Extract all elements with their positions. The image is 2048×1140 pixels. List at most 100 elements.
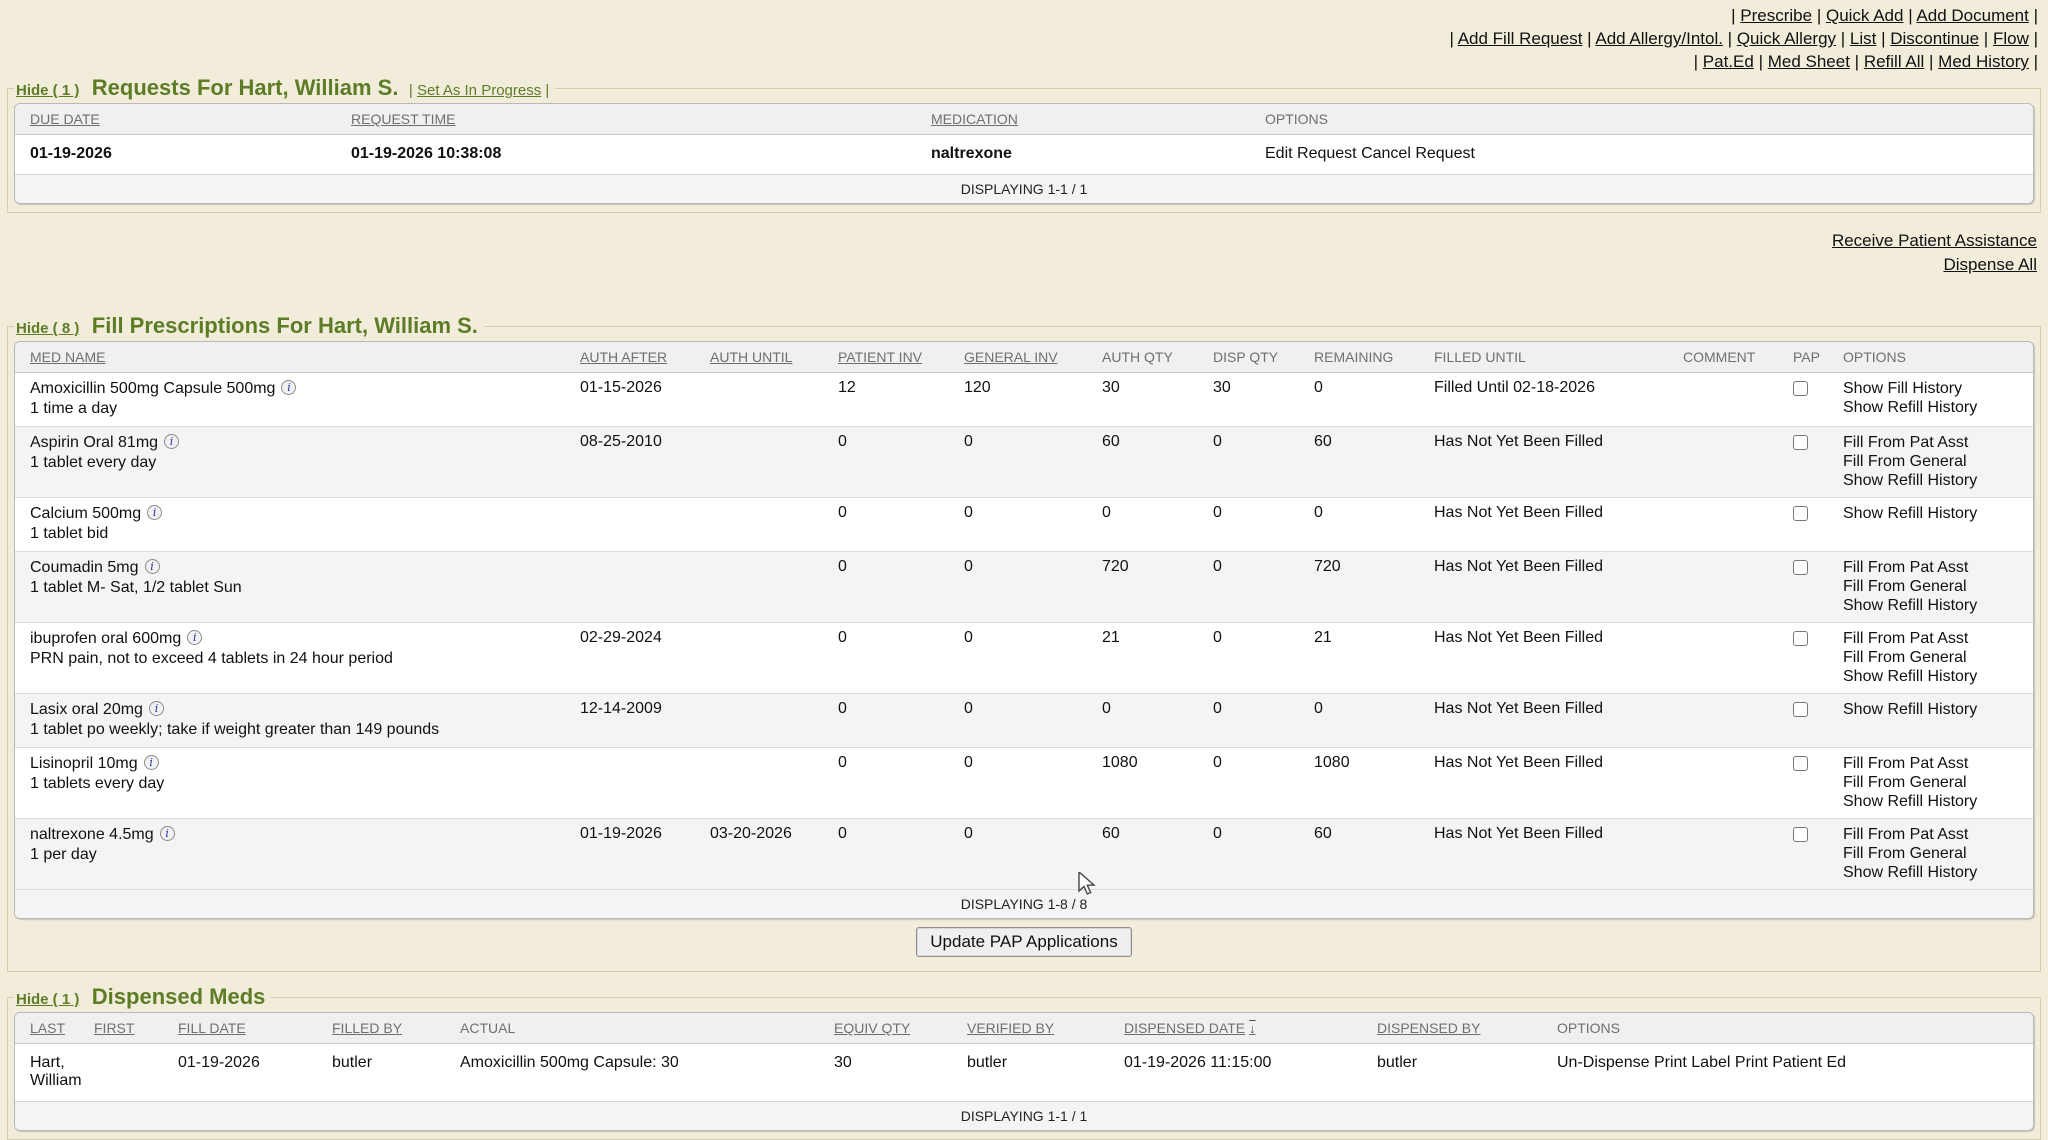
column-header-last[interactable]: LAST xyxy=(15,1013,90,1044)
action-link-print-label[interactable]: Print Label xyxy=(1654,1054,1731,1071)
remaining-cell: 720 xyxy=(1310,552,1430,623)
action-link-fill-from-pat-asst[interactable]: Fill From Pat Asst xyxy=(1843,754,2029,773)
receive-patient-assistance-link[interactable]: Receive Patient Assistance xyxy=(1832,231,2037,250)
action-link-fill-from-pat-asst[interactable]: Fill From Pat Asst xyxy=(1843,825,2029,844)
dispense-all-link[interactable]: Dispense All xyxy=(1943,255,2037,274)
request-time-cell: 01-19-2026 10:38:08 xyxy=(347,135,927,175)
comment-cell xyxy=(1679,748,1789,819)
action-link-show-refill-history[interactable]: Show Refill History xyxy=(1843,398,2029,417)
action-link-fill-from-pat-asst[interactable]: Fill From Pat Asst xyxy=(1843,629,2029,648)
column-header-auth-after[interactable]: AUTH AFTER xyxy=(576,342,706,373)
column-header-equiv-qty[interactable]: EQUIV QTY xyxy=(830,1013,963,1044)
column-header-medication[interactable]: MEDICATION xyxy=(927,104,1261,135)
fill-options-cell: Fill From Pat AsstFill From GeneralShow … xyxy=(1839,623,2033,694)
nav-link-prescribe[interactable]: Prescribe xyxy=(1740,6,1812,25)
nav-link-quick-allergy[interactable]: Quick Allergy xyxy=(1737,29,1836,48)
update-pap-applications-button[interactable]: Update PAP Applications xyxy=(916,927,1131,957)
filled-until-cell: Has Not Yet Been Filled xyxy=(1430,748,1679,819)
med-info-icon[interactable]: i xyxy=(164,434,179,449)
set-as-in-progress-link[interactable]: Set As In Progress xyxy=(417,82,541,99)
auth-after-cell: 12-14-2009 xyxy=(576,694,706,748)
action-link-fill-from-general[interactable]: Fill From General xyxy=(1843,773,2029,792)
med-name-text: naltrexone 4.5mg xyxy=(30,826,154,843)
dispensed-meds-table: LASTFIRSTFILL DATEFILLED BYACTUALEQUIV Q… xyxy=(15,1013,2033,1130)
hide-requests-link[interactable]: Hide ( 1 ) xyxy=(16,82,79,99)
action-link-fill-from-general[interactable]: Fill From General xyxy=(1843,577,2029,596)
nav-link-flow[interactable]: Flow xyxy=(1993,29,2029,48)
med-info-icon[interactable]: i xyxy=(149,701,164,716)
action-link-edit-request[interactable]: Edit Request xyxy=(1265,145,1357,162)
nav-link-add-allergy-intol[interactable]: Add Allergy/Intol. xyxy=(1595,29,1723,48)
action-link-fill-from-general[interactable]: Fill From General xyxy=(1843,648,2029,667)
action-link-show-refill-history[interactable]: Show Refill History xyxy=(1843,471,2029,490)
fill-row-lisinopril-10mg: Lisinopril 10mgi1 tablets every day00108… xyxy=(15,748,2033,819)
column-header-fill-date[interactable]: FILL DATE xyxy=(174,1013,328,1044)
med-info-icon[interactable]: i xyxy=(187,630,202,645)
med-info-icon[interactable]: i xyxy=(147,505,162,520)
column-header-due-date[interactable]: DUE DATE xyxy=(15,104,347,135)
pap-checkbox[interactable] xyxy=(1793,631,1808,646)
action-link-show-refill-history[interactable]: Show Refill History xyxy=(1843,596,2029,615)
action-link-show-refill-history[interactable]: Show Refill History xyxy=(1843,792,2029,811)
pap-checkbox[interactable] xyxy=(1793,506,1808,521)
column-header-first[interactable]: FIRST xyxy=(90,1013,174,1044)
fill-section-title: Fill Prescriptions For Hart, William S. xyxy=(92,313,478,338)
sort-descending-icon[interactable]: ↓ xyxy=(1249,1021,1256,1036)
action-link-fill-from-general[interactable]: Fill From General xyxy=(1843,452,2029,471)
column-header-patient-inv[interactable]: PATIENT INV xyxy=(834,342,960,373)
action-link-cancel-request[interactable]: Cancel Request xyxy=(1361,145,1475,162)
column-header-general-inv[interactable]: GENERAL INV xyxy=(960,342,1098,373)
update-pap-row: Update PAP Applications xyxy=(14,919,2034,963)
remaining-cell: 0 xyxy=(1310,498,1430,552)
pap-checkbox[interactable] xyxy=(1793,435,1808,450)
action-link-show-refill-history[interactable]: Show Refill History xyxy=(1843,504,2029,523)
med-name-line: Lasix oral 20mg i xyxy=(30,700,572,720)
pap-cell xyxy=(1789,552,1839,623)
hide-dispensed-link[interactable]: Hide ( 1 ) xyxy=(16,991,79,1008)
column-header-auth-until[interactable]: AUTH UNTIL xyxy=(706,342,834,373)
action-link-show-refill-history[interactable]: Show Refill History xyxy=(1843,667,2029,686)
nav-link-pat-ed[interactable]: Pat.Ed xyxy=(1703,52,1754,71)
column-header-request-time[interactable]: REQUEST TIME xyxy=(347,104,927,135)
action-link-show-refill-history[interactable]: Show Refill History xyxy=(1843,863,2029,882)
pap-cell xyxy=(1789,373,1839,427)
nav-link-add-document[interactable]: Add Document xyxy=(1916,6,2028,25)
action-link-fill-from-general[interactable]: Fill From General xyxy=(1843,844,2029,863)
column-header-verified-by[interactable]: VERIFIED BY xyxy=(963,1013,1120,1044)
action-link-fill-from-pat-asst[interactable]: Fill From Pat Asst xyxy=(1843,433,2029,452)
fill-prescriptions-table: MED NAMEAUTH AFTERAUTH UNTILPATIENT INVG… xyxy=(15,342,2033,918)
pap-checkbox[interactable] xyxy=(1793,560,1808,575)
column-header-dispensed-by[interactable]: DISPENSED BY xyxy=(1373,1013,1553,1044)
general-inv-cell: 0 xyxy=(960,498,1098,552)
med-info-icon[interactable]: i xyxy=(160,826,175,841)
med-name-text: Lasix oral 20mg xyxy=(30,701,143,718)
patient-inv-cell: 12 xyxy=(834,373,960,427)
pap-checkbox[interactable] xyxy=(1793,827,1808,842)
column-header-filled-by[interactable]: FILLED BY xyxy=(328,1013,456,1044)
column-header-med-name[interactable]: MED NAME xyxy=(15,342,576,373)
nav-link-discontinue[interactable]: Discontinue xyxy=(1890,29,1979,48)
filled-until-cell: Has Not Yet Been Filled xyxy=(1430,694,1679,748)
pap-checkbox[interactable] xyxy=(1793,381,1808,396)
nav-link-med-history[interactable]: Med History xyxy=(1938,52,2029,71)
pap-checkbox[interactable] xyxy=(1793,756,1808,771)
nav-link-quick-add[interactable]: Quick Add xyxy=(1826,6,1904,25)
action-link-fill-from-pat-asst[interactable]: Fill From Pat Asst xyxy=(1843,558,2029,577)
med-info-icon[interactable]: i xyxy=(145,559,160,574)
pap-checkbox[interactable] xyxy=(1793,702,1808,717)
nav-link-add-fill-request[interactable]: Add Fill Request xyxy=(1458,29,1583,48)
nav-link-list[interactable]: List xyxy=(1850,29,1876,48)
med-info-icon[interactable]: i xyxy=(144,755,159,770)
action-link-show-fill-history[interactable]: Show Fill History xyxy=(1843,379,2029,398)
nav-link-refill-all[interactable]: Refill All xyxy=(1864,52,1924,71)
nav-link-med-sheet[interactable]: Med Sheet xyxy=(1768,52,1850,71)
request-row: 01-19-2026 01-19-2026 10:38:08 naltrexon… xyxy=(15,135,2033,175)
action-link-show-refill-history[interactable]: Show Refill History xyxy=(1843,700,2029,719)
action-link-print-patient-ed[interactable]: Print Patient Ed xyxy=(1735,1054,1846,1071)
action-link-un-dispense[interactable]: Un-Dispense xyxy=(1557,1054,1649,1071)
hide-fill-link[interactable]: Hide ( 8 ) xyxy=(16,320,79,337)
fill-prescriptions-section: Hide ( 8 ) Fill Prescriptions For Hart, … xyxy=(7,313,2041,972)
column-header-dispensed-date[interactable]: DISPENSED DATE↓ xyxy=(1120,1013,1373,1044)
fill-displaying: DISPLAYING 1-8 / 8 xyxy=(15,890,2033,918)
med-info-icon[interactable]: i xyxy=(281,380,296,395)
